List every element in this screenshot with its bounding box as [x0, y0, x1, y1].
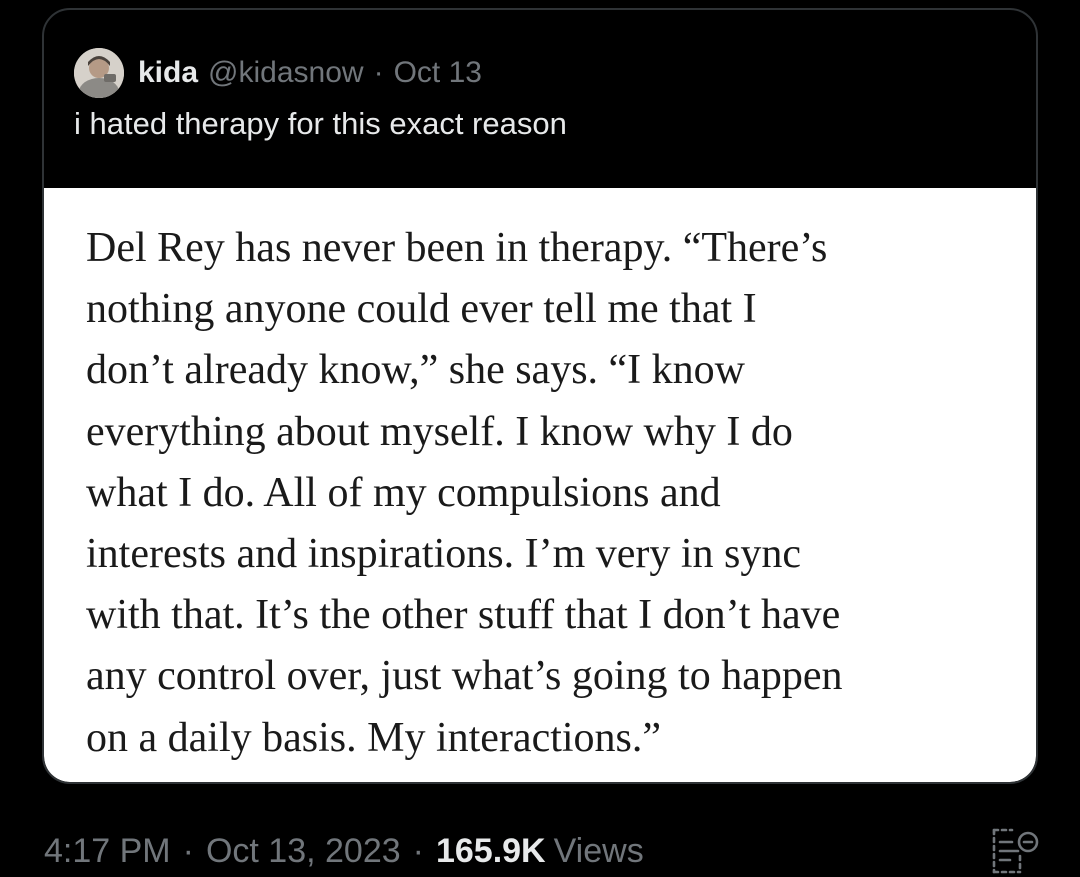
views-label: Views: [553, 831, 644, 870]
excerpt-line: any control over, just what’s going to h…: [86, 653, 843, 700]
avatar-photo-icon: [74, 48, 124, 98]
excerpt-line: Del Rey has never been in therapy. “Ther…: [86, 225, 828, 271]
header-separator: ·: [373, 56, 384, 89]
article-excerpt: Del Rey has never been in therapy. “Ther…: [86, 218, 1026, 769]
quoted-tweet-card[interactable]: kida @kidasnow · Oct 13 i hated therapy …: [42, 8, 1038, 784]
excerpt-line: don’t already know,” she says. “I know: [86, 347, 745, 394]
tweet-meta-row: 4:17 PM · Oct 13, 2023 · 165.9K Views: [44, 826, 644, 876]
analytics-icon[interactable]: [990, 826, 1046, 876]
avatar[interactable]: [74, 48, 124, 98]
excerpt-line: what I do. All of my compulsions and: [86, 469, 721, 516]
excerpt-line: on a daily basis. My interactions.”: [86, 714, 662, 761]
quoted-display-name[interactable]: kida: [138, 56, 198, 90]
excerpt-line: with that. It’s the other stuff that I d…: [86, 592, 841, 639]
quoted-handle[interactable]: @kidasnow: [208, 56, 364, 90]
excerpt-line: everything about myself. I know why I do: [86, 408, 793, 455]
post-date[interactable]: Oct 13, 2023: [206, 832, 401, 871]
meta-separator: ·: [182, 831, 194, 870]
views-count: 165.9K: [435, 831, 546, 870]
post-time[interactable]: 4:17 PM: [44, 832, 171, 871]
excerpt-line: nothing anyone could ever tell me that I: [86, 286, 757, 333]
attached-image[interactable]: Del Rey has never been in therapy. “Ther…: [44, 188, 1036, 782]
quoted-tweet-header: kida @kidasnow · Oct 13: [74, 44, 482, 102]
meta-separator: ·: [412, 831, 424, 870]
quoted-date[interactable]: Oct 13: [394, 56, 482, 90]
quoted-tweet-text: i hated therapy for this exact reason: [74, 106, 567, 141]
excerpt-line: interests and inspirations. I’m very in …: [86, 531, 802, 578]
